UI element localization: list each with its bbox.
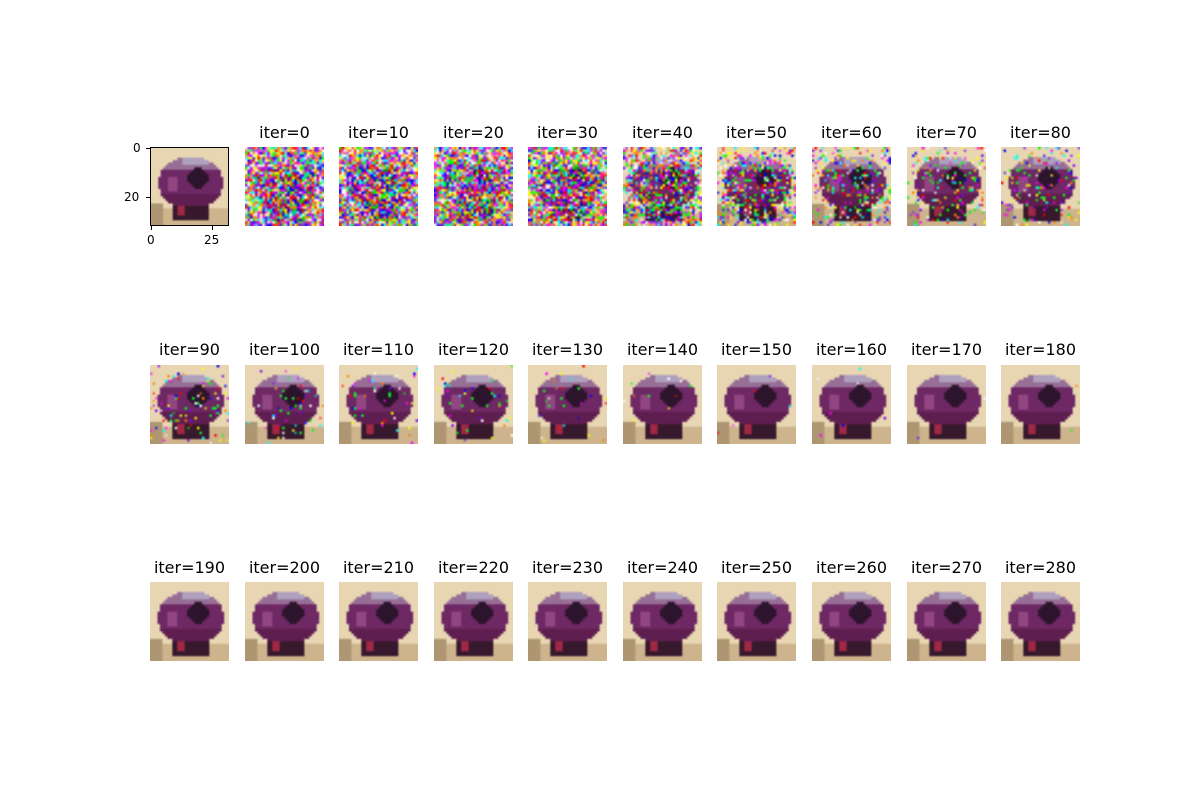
iteration-image [245,147,324,226]
iteration-title: iter=80 [1010,123,1071,142]
iteration-image [812,582,891,661]
iteration-title: iter=180 [1004,340,1077,359]
iteration-image [434,582,513,661]
y-tick-20 [146,197,150,198]
iteration-image [528,365,607,444]
iteration-image [717,147,796,226]
figure: 0 20 0 25 iter=0 iter=10 iter=20 iter=30 ite… [0,0,1200,800]
iteration-image [434,147,513,226]
iteration-image [528,582,607,661]
iteration-image [150,582,229,661]
iteration-image [812,365,891,444]
iteration-image [907,582,986,661]
iteration-image [339,147,418,226]
iteration-image [339,365,418,444]
iteration-image [1001,147,1080,226]
y-tick-label-0: 0 [133,141,141,155]
iteration-image [812,147,891,226]
y-tick-label-20: 20 [124,190,140,204]
iteration-image [528,147,607,226]
iteration-image [907,147,986,226]
iteration-image [1001,365,1080,444]
iteration-image [907,365,986,444]
iteration-image [339,582,418,661]
iteration-image [245,582,324,661]
iteration-image [717,582,796,661]
x-tick-25 [212,226,213,230]
reference-image [151,148,228,225]
iteration-image [623,582,702,661]
iteration-image [245,365,324,444]
iteration-image [150,365,229,444]
x-tick-0 [151,226,152,230]
iteration-image [623,147,702,226]
x-tick-label-25: 25 [204,233,220,247]
iteration-image [1001,582,1080,661]
y-tick-0 [146,148,150,149]
iteration-image [717,365,796,444]
reference-image-axes [150,147,229,226]
iteration-image [434,365,513,444]
iteration-title: iter=280 [1004,558,1077,577]
iteration-image [623,365,702,444]
x-tick-label-0: 0 [147,233,155,247]
